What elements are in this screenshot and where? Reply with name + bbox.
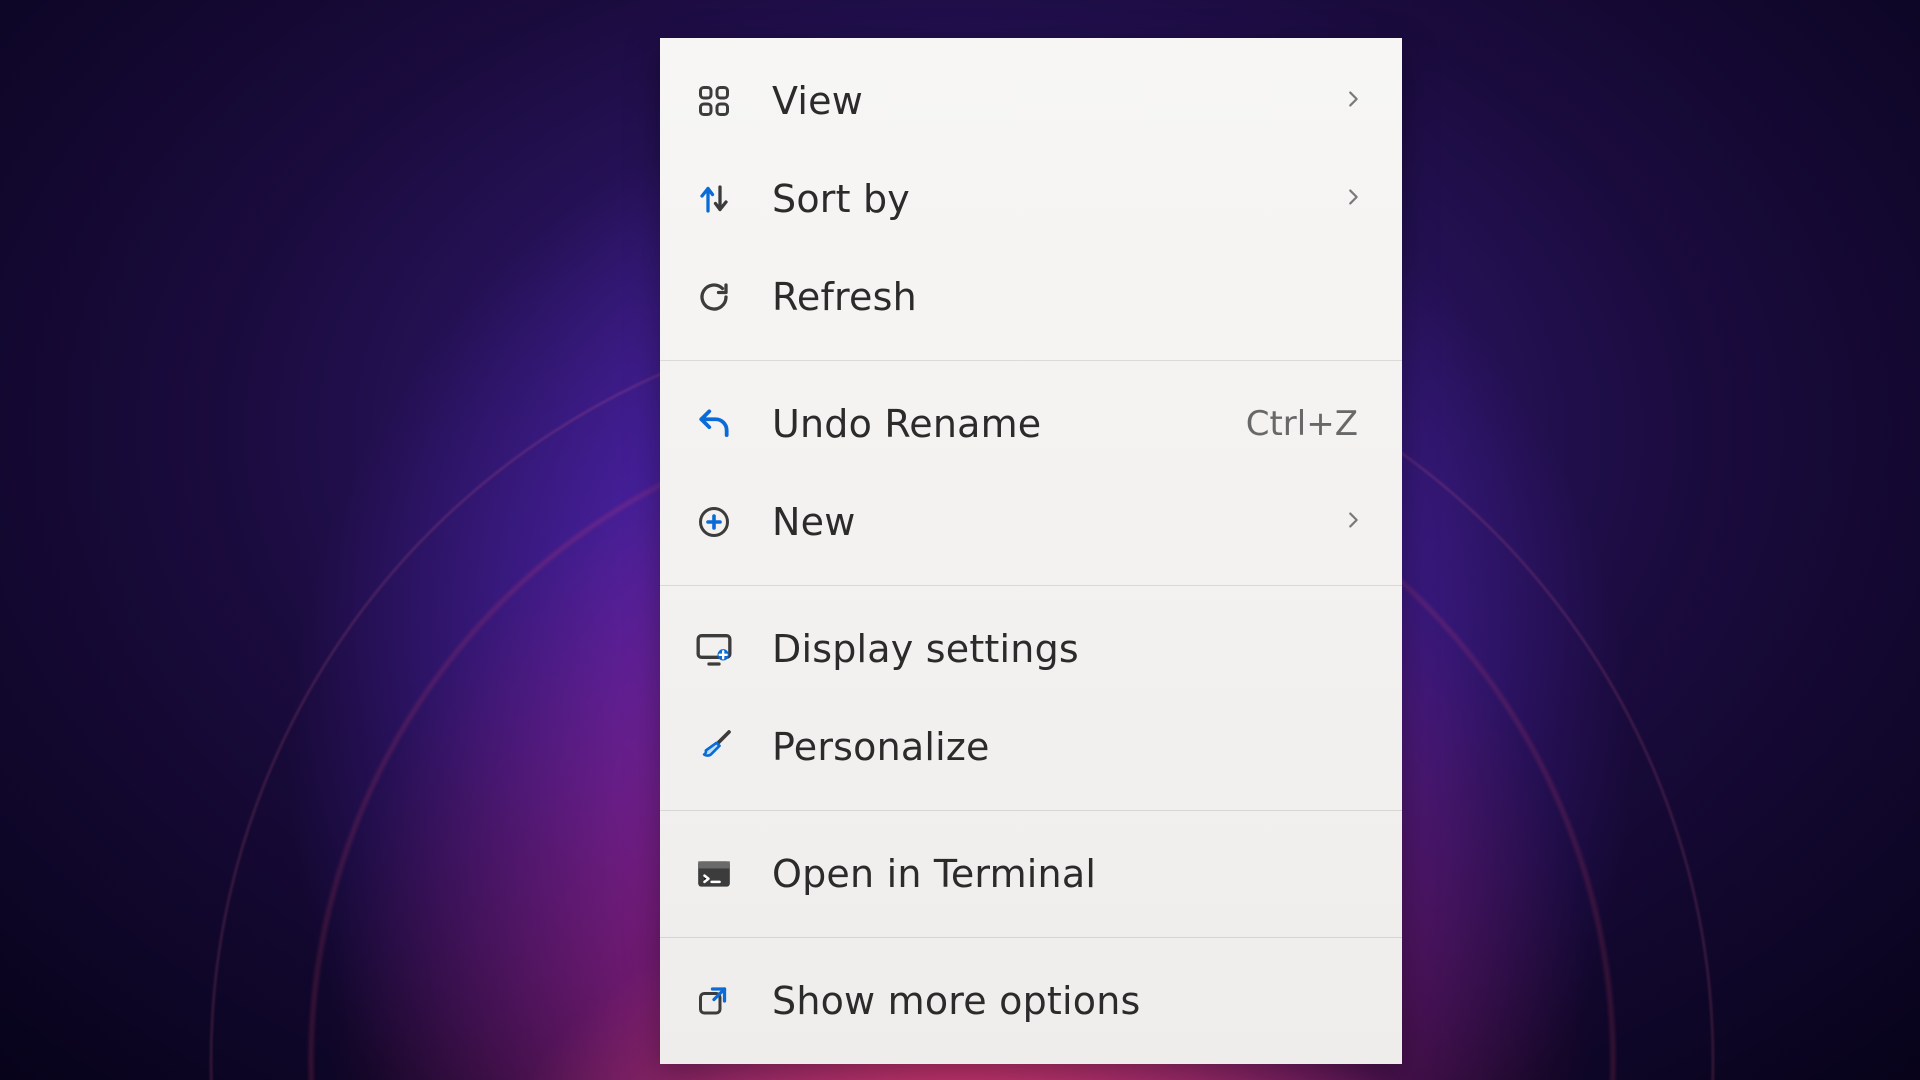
menu-item-new[interactable]: New — [660, 473, 1402, 571]
menu-group: Undo Rename Ctrl+Z New — [660, 361, 1402, 585]
menu-item-label: Open in Terminal — [772, 852, 1368, 896]
menu-item-personalize[interactable]: Personalize — [660, 698, 1402, 796]
desktop-context-menu: View Sort by Refresh — [660, 38, 1402, 1064]
menu-item-label: View — [772, 79, 1342, 123]
menu-item-label: Personalize — [772, 725, 1368, 769]
plus-circle-icon — [694, 502, 734, 542]
paintbrush-icon — [694, 727, 734, 767]
undo-icon — [694, 404, 734, 444]
menu-group: Show more options — [660, 938, 1402, 1064]
grid-icon — [694, 81, 734, 121]
menu-group: Open in Terminal — [660, 811, 1402, 937]
menu-item-shortcut: Ctrl+Z — [1246, 404, 1358, 444]
desktop[interactable]: View Sort by Refresh — [0, 0, 1920, 1080]
sort-icon — [694, 179, 734, 219]
chevron-right-icon — [1342, 88, 1368, 114]
display-settings-icon — [694, 629, 734, 669]
menu-item-label: Show more options — [772, 979, 1368, 1023]
menu-item-label: Display settings — [772, 627, 1368, 671]
menu-item-refresh[interactable]: Refresh — [660, 248, 1402, 346]
menu-item-open-in-terminal[interactable]: Open in Terminal — [660, 825, 1402, 923]
menu-group: View Sort by Refresh — [660, 38, 1402, 360]
expand-icon — [694, 981, 734, 1021]
menu-item-label: New — [772, 500, 1342, 544]
chevron-right-icon — [1342, 509, 1368, 535]
refresh-icon — [694, 277, 734, 317]
menu-item-label: Refresh — [772, 275, 1368, 319]
menu-item-sort-by[interactable]: Sort by — [660, 150, 1402, 248]
chevron-right-icon — [1342, 186, 1368, 212]
menu-item-label: Sort by — [772, 177, 1342, 221]
menu-item-show-more-options[interactable]: Show more options — [660, 952, 1402, 1050]
menu-item-display-settings[interactable]: Display settings — [660, 600, 1402, 698]
terminal-icon — [694, 854, 734, 894]
menu-item-label: Undo Rename — [772, 402, 1246, 446]
menu-item-undo-rename[interactable]: Undo Rename Ctrl+Z — [660, 375, 1402, 473]
menu-item-view[interactable]: View — [660, 52, 1402, 150]
menu-group: Display settings Personalize — [660, 586, 1402, 810]
